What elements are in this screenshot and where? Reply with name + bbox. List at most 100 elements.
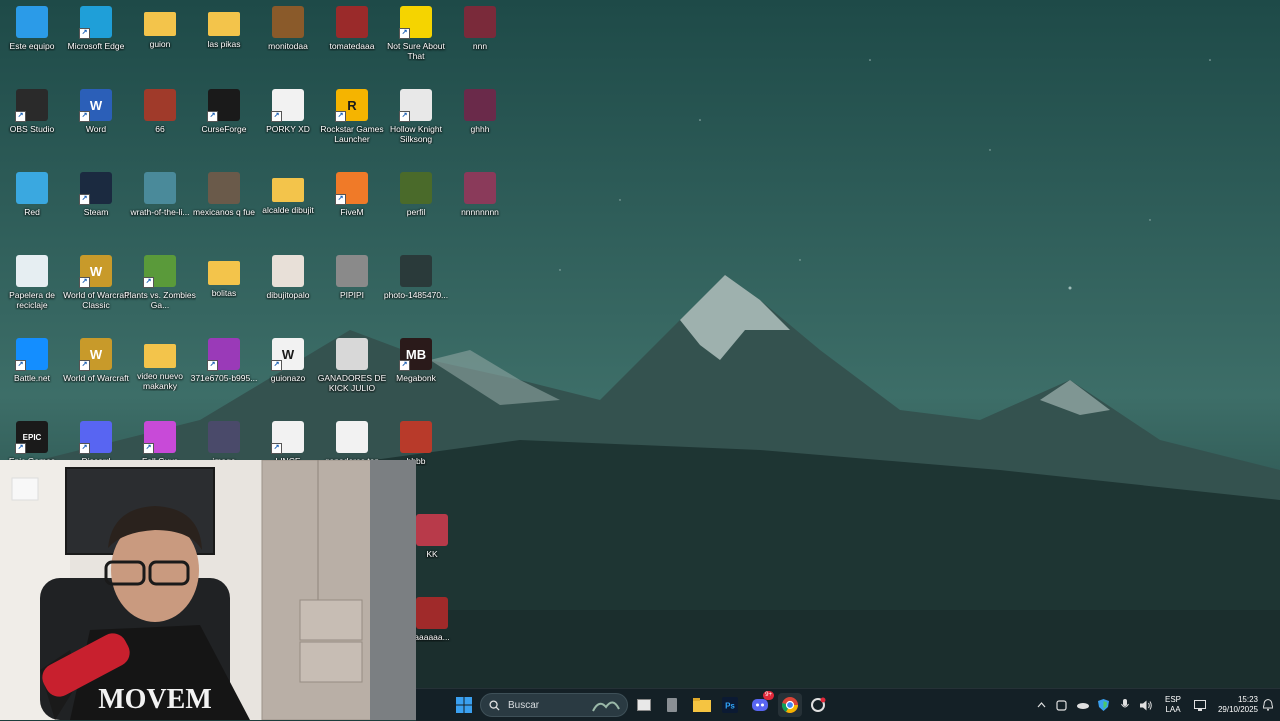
duck-icon: ↗ — [399, 6, 432, 39]
image-icon — [208, 172, 240, 204]
desktop-icon[interactable]: W ↗ Word — [64, 85, 128, 167]
desktop-icon[interactable]: 66 — [128, 85, 192, 167]
desktop-icon[interactable]: nnn — [448, 2, 512, 84]
desktop-icon[interactable]: ↗ FiveM — [320, 168, 384, 250]
desktop-icon[interactable]: ↗ Hollow Knight Silksong — [384, 85, 448, 167]
desktop-icon[interactable]: ↗ Microsoft Edge — [64, 2, 128, 84]
desktop-icon[interactable]: ↗ Battle.net — [0, 334, 64, 416]
image-icon — [336, 338, 368, 370]
desktop-icon-label: PORKY XD — [266, 124, 310, 134]
desktop-icon-label: OBS Studio — [9, 124, 55, 134]
desktop-icon[interactable]: Este equipo — [0, 2, 64, 84]
start-button[interactable] — [452, 693, 476, 717]
desktop-icon[interactable]: ghhh — [448, 85, 512, 167]
desktop-icon[interactable]: MB ↗ Megabonk — [384, 334, 448, 416]
desktop-icon[interactable]: dibujitopalo — [256, 251, 320, 333]
taskbar-app-photoshop[interactable]: Ps — [720, 693, 740, 717]
tray-microphone-button[interactable] — [1118, 693, 1132, 717]
desktop-icon[interactable]: W ↗ World of Warcraft Classic — [63, 251, 129, 333]
image-icon — [272, 255, 304, 287]
desktop-icon[interactable]: R ↗ Rockstar Games Launcher — [320, 85, 384, 167]
desktop-icon[interactable]: W ↗ guionazo — [256, 334, 320, 416]
tray-sync-button[interactable] — [1054, 693, 1068, 717]
image-icon — [464, 6, 496, 38]
tray-language-button[interactable]: ESP LAA — [1160, 693, 1186, 717]
desktop-icon[interactable]: photo-1485470... — [384, 251, 448, 333]
search-highlight-art-icon — [592, 701, 620, 712]
svg-text:Ps: Ps — [725, 702, 735, 711]
task-view-icon — [637, 699, 651, 711]
desktop-icon[interactable]: ↗ 371e6705-b995... — [191, 334, 257, 416]
taskbar-search-box[interactable]: Buscar — [480, 693, 628, 717]
desktop-icon[interactable]: PIPIPI — [320, 251, 384, 333]
tray-volume-button[interactable] — [1138, 693, 1154, 717]
taskbar: Buscar Ps 9+ ESP LAA 15:23 29/10/2025 — [416, 688, 1280, 721]
desktop-icon[interactable]: ↗ PORKY XD — [256, 85, 320, 167]
taskbar-app-printer[interactable] — [662, 693, 682, 717]
keyboard-layout-code: LAA — [1165, 705, 1181, 714]
desktop-icon[interactable]: nnnnnnnn — [448, 168, 512, 250]
shirt-print-text: MOVEM — [98, 684, 212, 715]
image-icon — [336, 421, 368, 453]
task-view-button[interactable] — [634, 693, 654, 717]
taskbar-app-discord[interactable]: 9+ — [748, 691, 774, 717]
folder-icon — [208, 261, 240, 285]
network-icon — [16, 172, 48, 204]
language-code: ESP — [1164, 695, 1181, 704]
tray-onedrive-button[interactable] — [1074, 693, 1090, 717]
desktop-icon[interactable]: Red — [0, 168, 64, 250]
edge-icon: ↗ — [79, 6, 112, 39]
shortcut-arrow-icon: ↗ — [79, 111, 90, 122]
desktop-icon-label: FiveM — [340, 207, 364, 217]
desktop-icon[interactable]: tomatedaaa — [320, 2, 384, 84]
folder-icon — [272, 178, 304, 202]
desktop-icon-label: tomatedaaa — [329, 41, 375, 51]
desktop-icon[interactable]: guion — [128, 2, 192, 84]
desktop-icon[interactable]: bolitas — [192, 251, 256, 333]
shortcut-arrow-icon: ↗ — [271, 443, 282, 454]
cloud-icon — [1076, 703, 1089, 709]
desktop-icon[interactable]: Papelera de reciclaje — [0, 251, 64, 333]
computer-icon — [16, 6, 48, 38]
discord-icon: ↗ — [79, 421, 112, 454]
notifications-button[interactable] — [1260, 693, 1276, 717]
desktop-icon[interactable]: ↗ Steam — [64, 168, 128, 250]
desktop-icon[interactable]: monitodaa — [256, 2, 320, 84]
desktop-icon[interactable]: ↗ OBS Studio — [0, 85, 64, 167]
image-icon — [272, 6, 304, 38]
shortcut-arrow-icon: ↗ — [399, 360, 410, 371]
desktop-icon[interactable]: video nuevo makanky — [128, 334, 192, 416]
shortcut-arrow-icon: ↗ — [15, 443, 26, 454]
desktop-icon[interactable]: ↗ Plants vs. Zombies Ga... — [124, 251, 196, 333]
clock-time: 15:23 — [1237, 695, 1258, 704]
taskbar-app-file-explorer[interactable] — [690, 693, 714, 717]
desktop-icon[interactable]: perfil — [384, 168, 448, 250]
shortcut-arrow-icon: ↗ — [15, 360, 26, 371]
printer-icon — [667, 698, 677, 712]
shortcut-arrow-icon: ↗ — [79, 194, 90, 205]
desktop-icon[interactable]: las pikas — [192, 2, 256, 84]
tray-clock[interactable]: 15:23 29/10/2025 — [1208, 693, 1258, 717]
battlenet-icon: ↗ — [15, 338, 48, 371]
tray-security-button[interactable] — [1096, 693, 1110, 717]
taskbar-app-steelseries[interactable] — [808, 693, 828, 717]
tray-network-button[interactable] — [1192, 693, 1208, 717]
desktop-icon-label: Plants vs. Zombies Ga... — [124, 290, 196, 310]
shortcut-arrow-icon: ↗ — [335, 111, 346, 122]
desktop-icon[interactable]: mexicanos q fue — [192, 168, 256, 250]
desktop-icon-label: las pikas — [207, 39, 241, 49]
wow-icon: W ↗ — [79, 338, 112, 371]
recycle-bin-icon — [16, 255, 48, 287]
image-icon — [416, 514, 448, 546]
desktop-icon[interactable]: ↗ Not Sure About That — [384, 2, 448, 84]
desktop-icon[interactable]: alcalde dibujit — [256, 168, 320, 250]
desktop-icon[interactable]: wrath-of-the-li... — [128, 168, 192, 250]
desktop-icon[interactable]: GANADORES DE KICK JULIO — [318, 334, 386, 416]
taskbar-app-chrome[interactable] — [778, 693, 802, 717]
desktop-icon-label: monitodaa — [268, 41, 308, 51]
desktop-icon[interactable]: ↗ CurseForge — [192, 85, 256, 167]
folder-icon — [144, 344, 176, 368]
tray-overflow-button[interactable] — [1034, 693, 1048, 717]
desktop-icon[interactable]: W ↗ World of Warcraft — [63, 334, 129, 416]
desktop-icon-label: ghhh — [470, 124, 490, 134]
